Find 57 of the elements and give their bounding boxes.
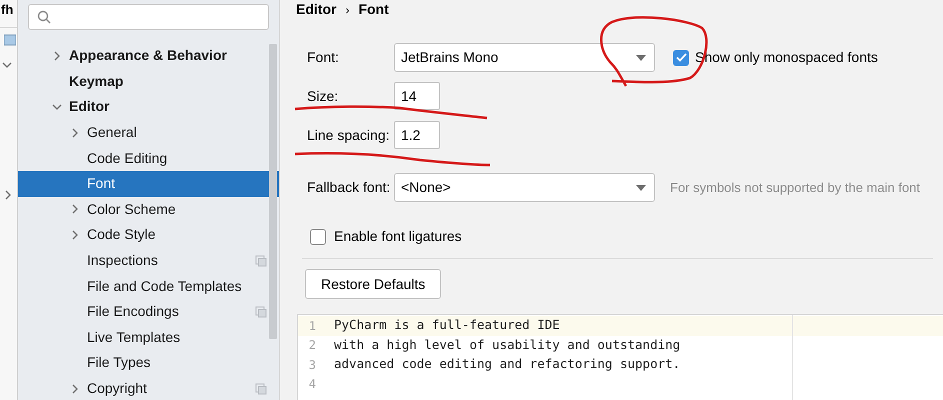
scrollbar[interactable] — [269, 44, 277, 339]
tree-item[interactable]: Editor — [18, 94, 279, 120]
search-field[interactable] — [28, 4, 269, 30]
font-dropdown[interactable]: <None> — [394, 173, 655, 202]
tree-item[interactable]: Copyright — [18, 376, 279, 400]
chevron-down-icon[interactable] — [2, 60, 12, 70]
line-number: 4 — [308, 376, 317, 394]
input-field[interactable]: 14 — [394, 82, 440, 110]
tree-item[interactable]: Keymap — [18, 68, 279, 94]
window-title: fh — [1, 1, 14, 19]
checkbox[interactable] — [673, 50, 689, 66]
code-line: with a high level of usability and outstanding — [333, 336, 680, 354]
field-label: Font: — [307, 48, 340, 67]
breadcrumb-item[interactable]: Editor — [296, 0, 336, 20]
tree-item[interactable]: Font — [18, 170, 279, 197]
chevron-right-icon[interactable] — [70, 230, 80, 240]
code-line: PyCharm is a full-featured IDE — [333, 316, 560, 334]
chevron-right-icon[interactable] — [3, 190, 13, 200]
breadcrumb-item: › — [345, 2, 350, 18]
tree-item[interactable]: Code Style — [18, 222, 279, 248]
code-line: advanced code editing and refactoring support. — [333, 355, 680, 374]
dropdown-arrow-icon — [636, 54, 646, 60]
tree-item[interactable]: Appearance & Behavior — [18, 43, 279, 69]
chevron-right-icon[interactable] — [70, 384, 80, 394]
editor-preview[interactable]: 1 PyCharm is a full-featured IDE 2 with a high level of usability and outstanding 3 advanced code editing and refactoring support. 4 — [297, 314, 943, 400]
hint-text: For symbols not supported by the main font — [670, 178, 920, 197]
chevron-right-icon[interactable] — [52, 50, 62, 61]
dropdown-arrow-icon — [636, 184, 646, 190]
field-label: Size: — [307, 86, 340, 106]
checkmark-icon — [676, 53, 686, 62]
line-number: 1 — [308, 318, 317, 335]
restore-defaults-button[interactable]: Restore Defaults — [305, 269, 442, 299]
font-dropdown[interactable]: JetBrains Mono — [394, 43, 655, 72]
checkbox[interactable] — [310, 228, 326, 244]
tree-item[interactable]: File Types — [18, 350, 279, 376]
chevron-right-icon[interactable] — [70, 204, 80, 214]
tree-item[interactable]: Live Templates — [18, 324, 279, 350]
tree-item[interactable]: Code Editing — [18, 145, 279, 171]
field-label: Line spacing: — [307, 126, 391, 145]
checkbox-label: Enable font ligatures — [334, 227, 462, 246]
input-field[interactable]: 1.2 — [394, 121, 440, 149]
chevron-down-icon[interactable] — [52, 102, 62, 112]
chevron-right-icon[interactable] — [70, 128, 80, 138]
copy-icon — [255, 382, 267, 395]
tree-item[interactable]: Inspections — [18, 248, 279, 274]
field-label: Fallback font: — [307, 178, 392, 197]
copy-icon — [255, 254, 267, 267]
copy-icon — [255, 306, 267, 318]
breadcrumb-item[interactable]: Font — [358, 0, 389, 20]
tree-item[interactable]: Color Scheme — [18, 196, 279, 222]
tree-item[interactable]: General — [18, 120, 279, 146]
panel-icon[interactable] — [4, 34, 16, 46]
search-icon — [37, 10, 51, 24]
line-number: 2 — [308, 337, 317, 354]
line-number: 3 — [308, 356, 317, 374]
tree-item[interactable]: File and Code Templates — [18, 273, 279, 299]
tree-item[interactable]: File Encodings — [18, 298, 279, 325]
